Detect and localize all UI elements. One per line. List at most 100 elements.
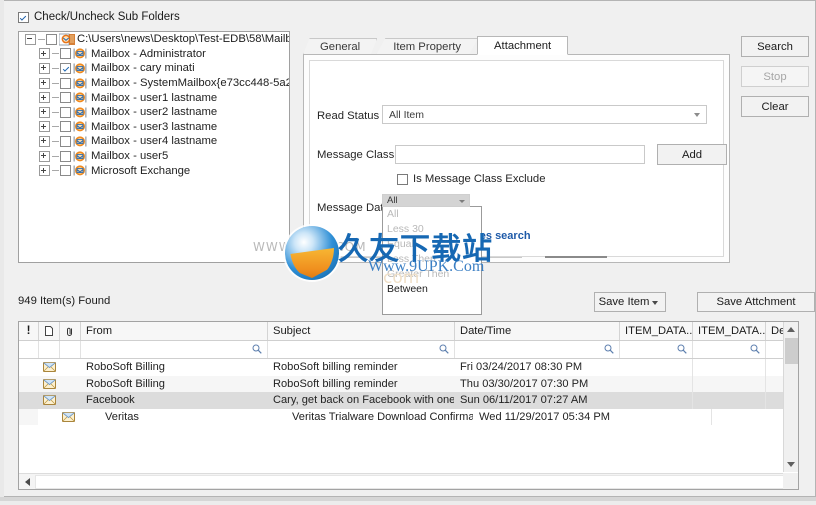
tree-item-checkbox[interactable] [60,165,71,177]
grid-column-header[interactable]: ! [19,322,39,340]
message-date-combo[interactable]: All [382,194,470,207]
add-message-class-button[interactable]: Add [657,144,727,165]
tree-item-checkbox[interactable] [60,150,71,162]
tree-item[interactable]: Mailbox - SystemMailbox{e73cc448-5a2e-4e… [19,76,289,91]
hscrollbar-track[interactable] [35,474,784,489]
collapse-icon[interactable] [25,33,36,45]
table-row[interactable]: RoboSoft Billing RoboSoft billing reminde… [19,375,798,393]
check-sub-folders-checkbox[interactable] [18,11,29,23]
grid-column-header[interactable] [39,322,60,340]
grid-column-header[interactable]: Date/Time [455,322,620,340]
tree-item[interactable]: Mailbox - user5 [19,149,289,164]
dropdown-option[interactable]: Equal [383,237,481,252]
tree-item[interactable]: Microsoft Exchange [19,163,289,178]
tree-item-checkbox[interactable] [60,92,71,104]
grid-vertical-scrollbar[interactable] [783,322,798,472]
tree-item-checkbox[interactable] [60,121,71,133]
expand-icon[interactable] [39,77,50,89]
form-divider-right [545,256,607,258]
table-row[interactable]: Facebook Cary, get back on Facebook with … [19,392,798,409]
action-buttons[interactable]: Search Stop Clear [741,36,809,126]
dropdown-option[interactable]: Less 30 [383,222,481,237]
tree-item[interactable]: Mailbox - user3 lastname [19,120,289,135]
tree-item[interactable]: Mailbox - user1 lastname [19,90,289,105]
grid-column-header[interactable]: From [81,322,268,340]
tree-item[interactable]: Mailbox - Administrator [19,47,289,62]
tree-item-checkbox[interactable] [60,135,71,147]
message-date-label: Message Date [317,202,390,214]
message-class-input[interactable] [395,145,645,164]
dropdown-option[interactable]: All [383,207,481,222]
tree-item-label: Mailbox - user2 lastname [91,106,218,119]
expand-icon[interactable] [39,150,50,162]
stop-button[interactable]: Stop [741,66,809,87]
tab-strip[interactable]: General Item Property Attachment [303,36,730,55]
clear-button[interactable]: Clear [741,96,809,117]
grid-filter-cell[interactable] [693,341,766,358]
grid-filter-cell[interactable] [620,341,693,358]
tree-item[interactable]: Mailbox - user4 lastname [19,134,289,149]
dropdown-option[interactable]: Greater Then [383,267,481,282]
message-class-exclude-row[interactable]: Is Message Class Exclude [397,173,545,185]
grid-filter-cell[interactable] [766,341,784,358]
search-icon[interactable] [604,344,614,354]
search-icon[interactable] [439,344,449,354]
table-row[interactable]: Microsoft account teamMicrosoft account … [19,408,798,426]
dropdown-option[interactable]: Less Then [383,252,481,267]
expand-icon[interactable] [39,48,50,60]
check-sub-folders-row[interactable]: Check/Uncheck Sub Folders [18,11,180,23]
expand-icon[interactable] [39,62,50,74]
scroll-down-icon[interactable] [784,457,797,472]
grid-filter-cell[interactable] [455,341,620,358]
table-row[interactable]: RoboSoft Billing RoboSoft billing reminde… [19,359,798,376]
tab-attachment[interactable]: Attachment [477,36,569,55]
tree-item-checkbox[interactable] [60,48,71,60]
tree-item[interactable]: Mailbox - cary minati [19,61,289,76]
tree-root-checkbox[interactable] [46,33,57,45]
read-status-combo[interactable]: All Item [382,105,707,124]
grid-column-header[interactable] [60,322,81,340]
message-class-exclude-checkbox[interactable] [397,173,408,185]
grid-filter-cell[interactable] [60,341,81,358]
tree-root-node[interactable]: C:\Users\news\Desktop\Test-EDB\58\Mailbo… [19,32,289,47]
grid-filter-cell[interactable] [19,341,39,358]
grid-column-header[interactable]: Del [766,322,784,340]
dropdown-option[interactable]: Between [383,282,481,297]
search-icon[interactable] [677,344,687,354]
results-grid[interactable]: ! From Subject Date/Time ITEM_DATA... ITEM_DA… [18,321,799,490]
message-date-dropdown-list[interactable]: All Less 30 Equal Less Then Greater Then Betw… [382,206,482,315]
search-button[interactable]: Search [741,36,809,57]
tab-item-property[interactable]: Item Property [376,38,479,55]
expand-icon[interactable] [39,92,50,104]
grid-header-row[interactable]: ! From Subject Date/Time ITEM_DATA... ITEM_DA… [19,322,798,341]
scrollbar-track[interactable] [785,364,798,456]
tree-item-checkbox[interactable] [60,77,71,89]
expand-icon[interactable] [39,135,50,147]
grid-column-header[interactable]: ITEM_DATA... [620,322,693,340]
table-row[interactable]: Veritas Veritas Trialware Download Confir… [38,408,798,426]
grid-filter-row[interactable] [19,341,798,359]
tab-general[interactable]: General [303,38,378,55]
search-icon[interactable] [750,344,760,354]
scrollbar-thumb[interactable] [785,338,798,364]
grid-column-header[interactable]: Subject [268,322,455,340]
expand-icon[interactable] [39,121,50,133]
scroll-left-icon[interactable] [19,474,35,489]
tree-item-checkbox[interactable] [60,62,71,74]
grid-filter-cell[interactable] [39,341,60,358]
grid-filter-cell[interactable] [268,341,455,358]
tree-item[interactable]: Mailbox - user2 lastname [19,105,289,120]
expand-icon[interactable] [39,106,50,118]
scroll-up-icon[interactable] [784,322,798,337]
search-icon[interactable] [252,344,262,354]
grid-filter-cell[interactable] [81,341,268,358]
grid-body[interactable]: RoboSoft Billing RoboSoft billing reminde… [19,359,798,426]
expand-icon[interactable] [39,165,50,177]
save-item-button[interactable]: Save Item [594,292,666,312]
grid-column-header[interactable]: ITEM_DATA... [693,322,766,340]
mailbox-tree[interactable]: C:\Users\news\Desktop\Test-EDB\58\Mailbo… [18,31,290,263]
save-attachment-button[interactable]: Save Attchment [697,292,815,312]
grid-horizontal-scrollbar[interactable] [19,473,785,489]
tree-item-checkbox[interactable] [60,106,71,118]
row-message-icon-cell [39,359,60,376]
